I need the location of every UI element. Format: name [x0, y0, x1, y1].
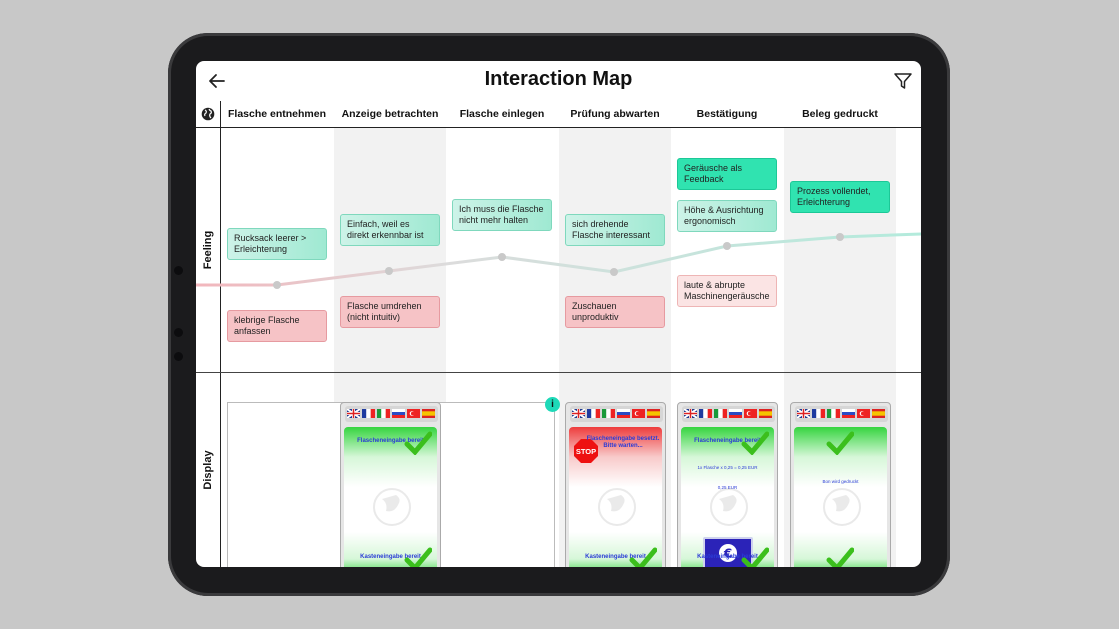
- feeling-card-positive[interactable]: Prozess vollendet, Erleichterung: [790, 181, 890, 213]
- feeling-card-positive[interactable]: Ich muss die Flasche nicht mehr halten: [452, 199, 552, 231]
- flag-tr-icon[interactable]: [632, 409, 645, 418]
- earth-logo-icon: [823, 488, 861, 526]
- curve-point: [498, 253, 506, 261]
- row-label-feeling-text: Feeling: [202, 230, 214, 270]
- filter-icon[interactable]: [893, 71, 913, 91]
- sensor-dot: [174, 352, 183, 361]
- checkmark-icon: [741, 547, 769, 567]
- feeling-card-positive[interactable]: Geräusche als Feedback: [677, 158, 777, 190]
- machine-display: Bon wird gedruckt: [794, 427, 887, 567]
- flag-tr-icon[interactable]: [744, 409, 757, 418]
- flag-tr-icon[interactable]: [407, 409, 420, 418]
- globe-icon[interactable]: [201, 107, 215, 121]
- curve-point: [723, 242, 731, 250]
- app-screen: Interaction Map Flasche entnehmen Anzeig…: [196, 61, 921, 567]
- flag-uk-icon[interactable]: [684, 409, 697, 418]
- column-header-bestaetigung[interactable]: Bestätigung: [671, 108, 783, 120]
- flag-ru-icon[interactable]: [392, 409, 405, 418]
- flag-fr-icon[interactable]: [587, 409, 600, 418]
- checkmark-icon: [826, 547, 854, 567]
- flag-ru-icon[interactable]: [842, 409, 855, 418]
- feeling-card-negative[interactable]: Flasche umdrehen (nicht intuitiv): [340, 296, 440, 328]
- flag-uk-icon[interactable]: [572, 409, 585, 418]
- language-flags: [682, 406, 775, 422]
- checkmark-icon: [826, 431, 854, 455]
- display-status-text: Flascheneingabe besetzt. Bitte warten...: [586, 436, 660, 449]
- flag-fr-icon[interactable]: [812, 409, 825, 418]
- top-bar: Interaction Map: [196, 61, 921, 101]
- feeling-card-positive[interactable]: Rucksack leerer > Erleichterung: [227, 228, 327, 260]
- checkmark-icon: [741, 431, 769, 455]
- display-status-text: Bon wird gedruckt: [822, 479, 859, 484]
- flag-fr-icon[interactable]: [699, 409, 712, 418]
- feeling-card-positive[interactable]: Einfach, weil es direkt erkennbar ist: [340, 214, 440, 246]
- language-flags: [345, 406, 438, 422]
- curve-point: [273, 281, 281, 289]
- earth-logo-icon: [598, 488, 636, 526]
- checkmark-icon: [404, 431, 432, 455]
- language-flags: [795, 406, 888, 422]
- row-label-divider: [220, 101, 221, 567]
- flag-es-icon[interactable]: [759, 409, 772, 418]
- flag-fr-icon[interactable]: [362, 409, 375, 418]
- feeling-card-negative[interactable]: Zuschauen unproduktiv: [565, 296, 665, 328]
- column-header-flasche-entnehmen[interactable]: Flasche entnehmen: [221, 108, 333, 120]
- flag-es-icon[interactable]: [422, 409, 435, 418]
- column-header-row: Flasche entnehmen Anzeige betrachten Fla…: [196, 101, 921, 128]
- feeling-card-positive[interactable]: Höhe & Ausrichtung ergonomisch: [677, 200, 777, 232]
- checkmark-icon: [404, 547, 432, 567]
- machine-display: Flascheneingabe bereit 1x Flasche x 0,25…: [681, 427, 774, 567]
- row-divider: [196, 372, 921, 373]
- display-screen-anzeige[interactable]: Flascheneingabe bereit Kasteneingabe ber…: [340, 402, 441, 567]
- earth-logo-icon: [710, 488, 748, 526]
- info-icon[interactable]: i: [545, 397, 560, 412]
- display-amount-text: 1x Flasche x 0,25 = 0,25 EUR: [697, 465, 758, 470]
- machine-display: STOP Flascheneingabe besetzt. Bitte wart…: [569, 427, 662, 567]
- row-label-feeling: Feeling: [196, 128, 220, 372]
- row-label-display-text: Display: [202, 450, 214, 490]
- column-header-anzeige-betrachten[interactable]: Anzeige betrachten: [334, 108, 446, 120]
- column-header-pruefung-abwarten[interactable]: Prüfung abwarten: [559, 108, 671, 120]
- row-label-display: Display: [196, 373, 220, 567]
- camera-dot: [174, 266, 183, 275]
- flag-ru-icon[interactable]: [617, 409, 630, 418]
- sensor-dot: [174, 328, 183, 337]
- display-screen-pruefung[interactable]: STOP Flascheneingabe besetzt. Bitte wart…: [565, 402, 666, 567]
- feeling-card-positive[interactable]: sich drehende Flasche interessant: [565, 214, 665, 246]
- flag-it-icon[interactable]: [602, 409, 615, 418]
- flag-uk-icon[interactable]: [797, 409, 810, 418]
- earth-logo-icon: [373, 488, 411, 526]
- flag-es-icon[interactable]: [872, 409, 885, 418]
- flag-ru-icon[interactable]: [729, 409, 742, 418]
- flag-uk-icon[interactable]: [347, 409, 360, 418]
- display-screen-beleg[interactable]: Bon wird gedruckt: [790, 402, 891, 567]
- column-header-flasche-einlegen[interactable]: Flasche einlegen: [446, 108, 558, 120]
- flag-es-icon[interactable]: [647, 409, 660, 418]
- display-screen-bestaetigung[interactable]: Flascheneingabe bereit 1x Flasche x 0,25…: [677, 402, 778, 567]
- language-flags: [570, 406, 663, 422]
- machine-display: Flascheneingabe bereit Kasteneingabe ber…: [344, 427, 437, 567]
- flag-it-icon[interactable]: [827, 409, 840, 418]
- flag-it-icon[interactable]: [714, 409, 727, 418]
- feeling-card-negative[interactable]: laute & abrupte Maschinengeräusche: [677, 275, 777, 307]
- flag-tr-icon[interactable]: [857, 409, 870, 418]
- page-title: Interaction Map: [484, 68, 633, 90]
- column-header-beleg-gedruckt[interactable]: Beleg gedruckt: [784, 108, 896, 120]
- flag-it-icon[interactable]: [377, 409, 390, 418]
- feeling-card-negative[interactable]: klebrige Flasche anfassen: [227, 310, 327, 342]
- checkmark-icon: [629, 547, 657, 567]
